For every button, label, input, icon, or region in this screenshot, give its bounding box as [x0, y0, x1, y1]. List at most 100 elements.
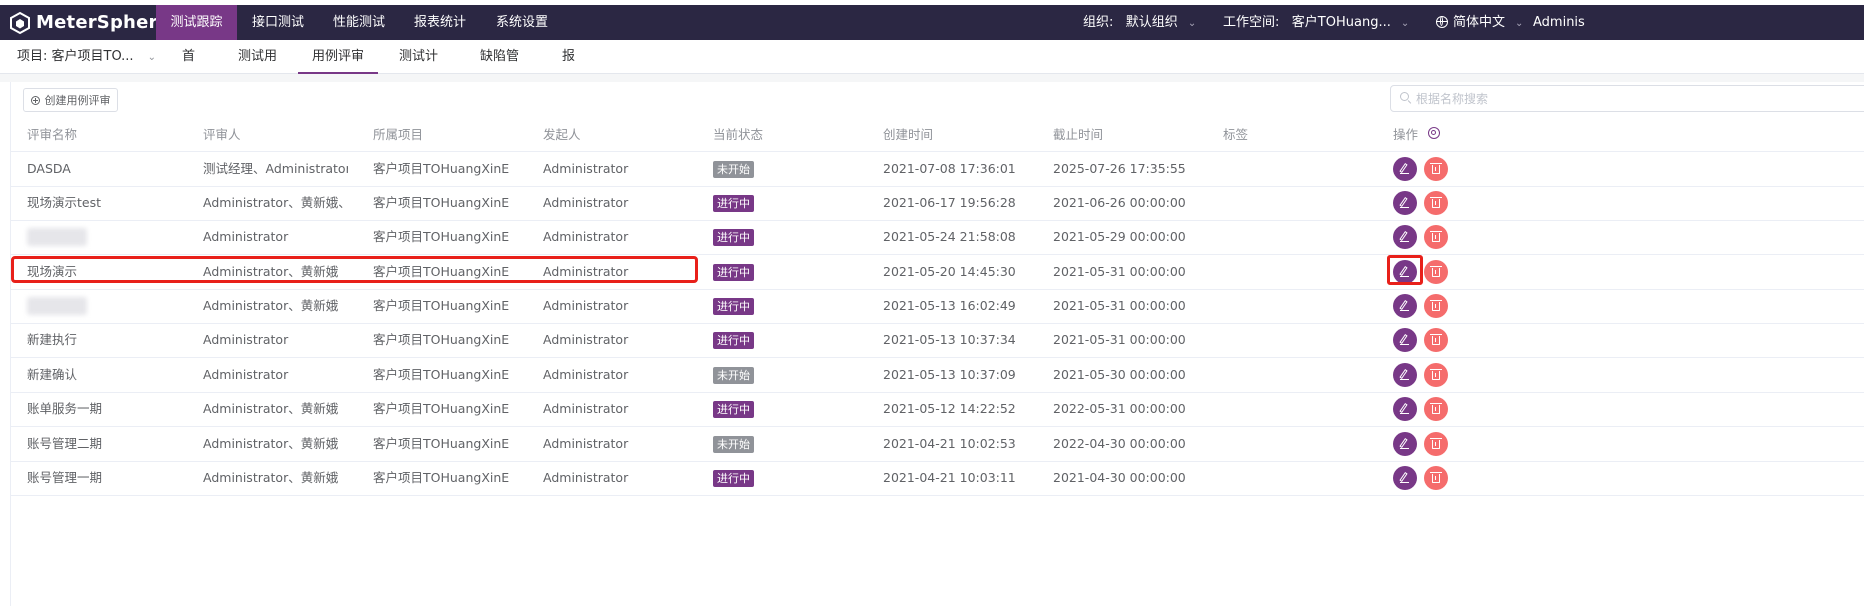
column-header-operations: 操作: [1393, 127, 1419, 142]
top-navbar: MeterSphere 测试跟踪 接口测试 性能测试 报表统计 系统设置 组织:…: [0, 5, 1864, 40]
subnav-defect-management[interactable]: 缺陷管理: [475, 40, 524, 97]
redacted-name: [27, 228, 87, 246]
table-row[interactable]: 现场演示 Administrator、黄新娥 客户项目TOHuangXinE Admi…: [11, 255, 1864, 290]
cell-project: 客户项目TOHuangXinE: [373, 470, 510, 485]
cell-created: 2021-05-13 16:02:49: [883, 298, 1016, 313]
delete-button[interactable]: [1424, 191, 1448, 215]
edit-button[interactable]: [1393, 363, 1417, 387]
edit-button[interactable]: [1393, 191, 1417, 215]
project-selector[interactable]: 项目: 客户项目TO... ⌄: [17, 40, 156, 74]
search-input[interactable]: [1390, 85, 1864, 112]
cell-deadline: 2022-04-30 00:00:00: [1053, 436, 1186, 451]
pencil-icon: [1399, 403, 1408, 413]
table-row[interactable]: 账号管理二期 Administrator、黄新娥 客户项目TOHuangXinE Ad…: [11, 427, 1864, 462]
cell-name[interactable]: 现场演示: [27, 255, 197, 289]
edit-button[interactable]: [1393, 225, 1417, 249]
edit-button[interactable]: [1393, 397, 1417, 421]
table-row[interactable]: Administrator 客户项目TOHuangXinE Administrato…: [11, 220, 1864, 255]
cell-name[interactable]: 账号管理一期: [27, 461, 197, 495]
delete-button[interactable]: [1424, 432, 1448, 456]
edit-button[interactable]: [1393, 294, 1417, 318]
cell-deadline: 2021-05-31 00:00:00: [1053, 332, 1186, 347]
column-header-reviewer[interactable]: 评审人: [203, 118, 241, 151]
cell-created: 2021-07-08 17:36:01: [883, 161, 1016, 176]
sub-navbar: 项目: 客户项目TO... ⌄ 首页 测试用例 用例评审 测试计划 缺陷管理 报告: [0, 40, 1864, 97]
cell-name[interactable]: 新建执行: [27, 323, 197, 357]
org-value: 默认组织: [1125, 15, 1178, 30]
subnav-case-review[interactable]: 用例评审: [298, 40, 378, 74]
edit-button[interactable]: [1393, 328, 1417, 352]
column-settings-gear-icon[interactable]: [1428, 127, 1440, 139]
top-menu-system-settings[interactable]: 系统设置: [481, 5, 563, 40]
column-header-deadline[interactable]: 截止时间: [1053, 118, 1103, 151]
cell-deadline: 2022-05-31 00:00:00: [1053, 401, 1186, 416]
cell-project: 客户项目TOHuangXinE: [373, 264, 510, 279]
delete-button[interactable]: [1424, 157, 1448, 181]
edit-button[interactable]: [1393, 432, 1417, 456]
status-badge: 进行中: [713, 332, 754, 349]
cell-reviewer: Administrator: [203, 367, 289, 382]
delete-button[interactable]: [1424, 260, 1448, 284]
logo[interactable]: MeterSphere: [8, 10, 170, 35]
search-icon: [1400, 92, 1409, 101]
cell-name[interactable]: 账号管理二期: [27, 427, 197, 461]
language-selector[interactable]: 简体中文 ⌄: [1436, 5, 1523, 40]
workspace-selector[interactable]: 工作空间: 客户TOHuang... ⌄: [1223, 5, 1409, 40]
column-header-tags: 标签: [1223, 127, 1249, 142]
column-header-created[interactable]: 创建时间: [883, 118, 933, 151]
pencil-icon: [1399, 266, 1408, 276]
pencil-underline-icon: [1400, 482, 1409, 483]
delete-button[interactable]: [1424, 397, 1448, 421]
org-selector[interactable]: 组织: 默认组织 ⌄: [1083, 5, 1196, 40]
cell-name[interactable]: 现场演示test: [27, 186, 197, 220]
subnav-report[interactable]: 报告: [556, 40, 581, 97]
edit-button[interactable]: [1393, 157, 1417, 181]
pencil-underline-icon: [1400, 310, 1409, 311]
chevron-down-icon: ⌄: [1187, 18, 1197, 29]
top-menu-test-tracking[interactable]: 测试跟踪: [156, 5, 237, 40]
chevron-down-icon: ⌄: [1400, 18, 1410, 29]
pencil-icon: [1399, 231, 1408, 241]
delete-button[interactable]: [1424, 363, 1448, 387]
top-menu-reports[interactable]: 报表统计: [399, 5, 481, 40]
create-review-button[interactable]: 创建用例评审: [23, 88, 118, 112]
cell-name[interactable]: DASDA: [27, 152, 197, 186]
subnav-home[interactable]: 首页: [176, 40, 201, 97]
column-header-creator[interactable]: 发起人: [543, 118, 581, 151]
cell-project: 客户项目TOHuangXinE: [373, 436, 510, 451]
edit-button[interactable]: [1393, 466, 1417, 490]
pencil-icon: [1399, 472, 1408, 482]
cell-project: 客户项目TOHuangXinE: [373, 367, 510, 382]
cell-name[interactable]: 新建确认: [27, 358, 197, 392]
delete-button[interactable]: [1424, 328, 1448, 352]
table-row[interactable]: 新建确认 Administrator 客户项目TOHuangXinE Administ…: [11, 358, 1864, 393]
cell-project: 客户项目TOHuangXinE: [373, 161, 510, 176]
user-menu[interactable]: Adminis: [1533, 5, 1585, 40]
project-selector-label: 项目: 客户项目TO...: [17, 49, 134, 64]
pencil-icon: [1399, 438, 1408, 448]
cell-deadline: 2021-05-30 00:00:00: [1053, 367, 1186, 382]
cell-name[interactable]: 账单服务一期: [27, 392, 197, 426]
subnav-test-plan[interactable]: 测试计划: [394, 40, 443, 97]
table-row[interactable]: DASDA 测试经理、Administrator... 客户项目TOHuangXin…: [11, 152, 1864, 187]
top-menu-performance-test[interactable]: 性能测试: [319, 5, 399, 40]
table-row[interactable]: 现场演示test Administrator、黄新娥、... 客户项目TOHuang…: [11, 186, 1864, 221]
cell-deadline: 2021-04-30 00:00:00: [1053, 470, 1186, 485]
top-menu: 测试跟踪 接口测试 性能测试 报表统计 系统设置: [156, 5, 563, 40]
column-header-name[interactable]: 评审名称: [27, 118, 77, 151]
delete-button[interactable]: [1424, 294, 1448, 318]
column-header-status[interactable]: 当前状态: [713, 118, 763, 151]
pencil-underline-icon: [1400, 241, 1409, 242]
delete-button[interactable]: [1424, 466, 1448, 490]
edit-button[interactable]: [1393, 260, 1417, 284]
table-row[interactable]: Administrator、黄新娥 客户项目TOHuangXinE Administ…: [11, 289, 1864, 324]
cell-project: 客户项目TOHuangXinE: [373, 401, 510, 416]
column-header-project[interactable]: 所属项目: [373, 118, 423, 151]
table-row[interactable]: 账单服务一期 Administrator、黄新娥 客户项目TOHuangXinE Ad…: [11, 392, 1864, 427]
top-menu-api-test[interactable]: 接口测试: [237, 5, 319, 40]
cell-created: 2021-05-13 10:37:34: [883, 332, 1016, 347]
subnav-test-cases[interactable]: 测试用例: [233, 40, 282, 97]
table-row[interactable]: 新建执行 Administrator 客户项目TOHuangXinE Administ…: [11, 323, 1864, 358]
delete-button[interactable]: [1424, 225, 1448, 249]
table-row[interactable]: 账号管理一期 Administrator、黄新娥 客户项目TOHuangXinE Ad…: [11, 461, 1864, 496]
